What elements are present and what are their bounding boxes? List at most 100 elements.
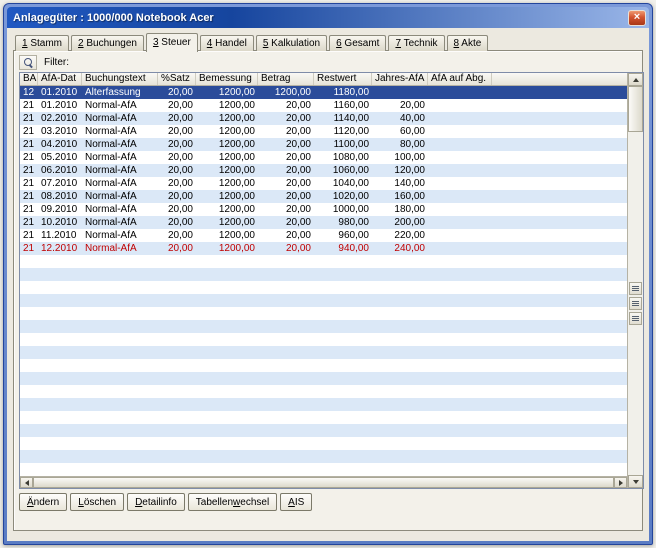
table-row-empty[interactable] — [20, 437, 627, 450]
table-row[interactable]: 21 11.2010 Normal-AfA 20,00 1200,00 20,00 960,… — [20, 229, 627, 242]
column-header-afa_auf_abg[interactable]: AfA auf Abg. — [428, 73, 492, 85]
cell-ba: 21 — [23, 152, 35, 163]
cell-afa_auf_abg — [428, 385, 492, 398]
tab-handel[interactable]: 4 Handel — [199, 35, 254, 51]
table-row-empty[interactable] — [20, 268, 627, 281]
cell-betrag: 20,00 — [285, 100, 311, 111]
cell-jahres_afa — [372, 398, 428, 411]
cell-bemessung: 1200,00 — [218, 100, 255, 111]
table-row-empty[interactable] — [20, 320, 627, 333]
detailinfo-button[interactable]: Detailinfo — [127, 493, 185, 511]
cell-buchungstext — [82, 398, 158, 411]
tab-gesamt[interactable]: 6 Gesamt — [329, 35, 387, 51]
scroll-up-button[interactable] — [628, 73, 643, 86]
cell-restwert: 1120,00 — [333, 126, 369, 137]
afa-schedule-table: BA AfA-Dat Buchungstext %Satz Bemessung Betra… — [19, 72, 644, 489]
cell-afa_dat — [38, 385, 82, 398]
table-row-empty[interactable] — [20, 359, 627, 372]
grid-option-button-3[interactable] — [629, 312, 642, 325]
tab-stamm[interactable]: 1 Stamm — [15, 35, 70, 51]
column-header-betrag[interactable]: Betrag — [258, 73, 314, 85]
cell-afa_auf_abg — [428, 398, 492, 411]
scroll-left-button[interactable] — [20, 477, 33, 488]
table-row[interactable]: 21 10.2010 Normal-AfA 20,00 1200,00 20,00 980,… — [20, 216, 627, 229]
cell-bemessung: 1200,00 — [218, 230, 255, 241]
column-header-satz[interactable]: %Satz — [158, 73, 196, 85]
ais-button[interactable]: AIS — [280, 493, 313, 511]
title-bar[interactable]: Anlagegüter : 1000/000 Notebook Acer × — [7, 7, 649, 28]
cell-afa_dat — [38, 359, 82, 372]
table-row[interactable]: 21 02.2010 Normal-AfA 20,00 1200,00 20,00 1140… — [20, 112, 627, 125]
cell-restwert — [314, 372, 372, 385]
cell-buchungstext — [82, 333, 158, 346]
cell-restwert — [314, 450, 372, 463]
close-button[interactable]: × — [628, 9, 646, 26]
cell-bemessung — [196, 333, 258, 346]
table-row-empty[interactable] — [20, 463, 627, 476]
table-row[interactable]: 21 05.2010 Normal-AfA 20,00 1200,00 20,00 1080… — [20, 151, 627, 164]
cell-bemessung — [196, 359, 258, 372]
column-header-buchungstext[interactable]: Buchungstext — [82, 73, 158, 85]
tabellenwechsel-button[interactable]: Tabellenwechsel — [187, 493, 278, 511]
aendern-button[interactable]: Ändern — [19, 493, 68, 511]
vertical-scrollbar[interactable] — [627, 73, 643, 488]
tab-steuer[interactable]: 3 Steuer — [145, 33, 198, 52]
cell-betrag: 20,00 — [285, 178, 311, 189]
column-header-afa_dat[interactable]: AfA-Dat — [38, 73, 82, 85]
cell-jahres_afa: 40,00 — [399, 113, 425, 124]
table-row[interactable]: 21 04.2010 Normal-AfA 20,00 1200,00 20,00 1100… — [20, 138, 627, 151]
tab-akte[interactable]: 8 Akte — [446, 35, 489, 51]
tab-buchungen[interactable]: 2 Buchungen — [71, 35, 144, 51]
vertical-scrollbar-thumb[interactable] — [628, 86, 643, 132]
cell-satz: 20,00 — [167, 113, 193, 124]
table-row-empty[interactable] — [20, 346, 627, 359]
table-row[interactable]: 21 12.2010 Normal-AfA 20,00 1200,00 20,00 940,… — [20, 242, 627, 255]
column-header-jahres_afa[interactable]: Jahres-AfA — [372, 73, 428, 85]
tab-technik[interactable]: 7 Technik — [388, 35, 445, 51]
table-row[interactable]: 21 07.2010 Normal-AfA 20,00 1200,00 20,00 1040… — [20, 177, 627, 190]
table-row-empty[interactable] — [20, 450, 627, 463]
cell-betrag — [258, 437, 314, 450]
cell-filler — [492, 294, 627, 307]
table-row-empty[interactable] — [20, 294, 627, 307]
table-row-empty[interactable] — [20, 333, 627, 346]
cell-bemessung: 1200,00 — [218, 178, 255, 189]
loeschen-button[interactable]: Löschen — [70, 493, 125, 511]
table-row[interactable]: 12 01.2010 Alterfassung 20,00 1200,00 1200,00… — [20, 86, 627, 99]
column-header-ba[interactable]: BA — [20, 73, 38, 85]
cell-ba — [20, 320, 38, 333]
table-row[interactable]: 21 03.2010 Normal-AfA 20,00 1200,00 20,00 1120… — [20, 125, 627, 138]
scroll-right-button[interactable] — [614, 477, 627, 488]
table-row[interactable]: 21 06.2010 Normal-AfA 20,00 1200,00 20,00 1060… — [20, 164, 627, 177]
table-row-empty[interactable] — [20, 307, 627, 320]
table-row-empty[interactable] — [20, 372, 627, 385]
cell-satz: 20,00 — [167, 152, 193, 163]
filter-button[interactable] — [19, 54, 37, 70]
table-row-empty[interactable] — [20, 255, 627, 268]
cell-restwert: 1000,00 — [332, 204, 369, 215]
cell-buchungstext — [82, 372, 158, 385]
cell-filler — [492, 151, 627, 164]
cell-betrag — [258, 359, 314, 372]
horizontal-scrollbar[interactable] — [20, 476, 627, 488]
table-row-empty[interactable] — [20, 281, 627, 294]
grid-option-button-1[interactable] — [629, 282, 642, 295]
table-row-empty[interactable] — [20, 424, 627, 437]
table-row-empty[interactable] — [20, 385, 627, 398]
cell-jahres_afa: 180,00 — [394, 204, 425, 215]
table-row-empty[interactable] — [20, 411, 627, 424]
cell-jahres_afa: 160,00 — [394, 191, 425, 202]
horizontal-scrollbar-thumb[interactable] — [33, 477, 614, 488]
column-header-restwert[interactable]: Restwert — [314, 73, 372, 85]
cell-afa_auf_abg — [428, 346, 492, 359]
tab-kalkulation[interactable]: 5 Kalkulation — [255, 35, 328, 51]
column-header-bemessung[interactable]: Bemessung — [196, 73, 258, 85]
table-row[interactable]: 21 08.2010 Normal-AfA 20,00 1200,00 20,00 1020… — [20, 190, 627, 203]
cell-afa_auf_abg — [428, 112, 492, 125]
table-row[interactable]: 21 09.2010 Normal-AfA 20,00 1200,00 20,00 1000… — [20, 203, 627, 216]
scroll-down-button[interactable] — [628, 475, 643, 488]
cell-satz — [158, 437, 196, 450]
table-row[interactable]: 21 01.2010 Normal-AfA 20,00 1200,00 20,00 1160… — [20, 99, 627, 112]
table-row-empty[interactable] — [20, 398, 627, 411]
grid-option-button-2[interactable] — [629, 297, 642, 310]
